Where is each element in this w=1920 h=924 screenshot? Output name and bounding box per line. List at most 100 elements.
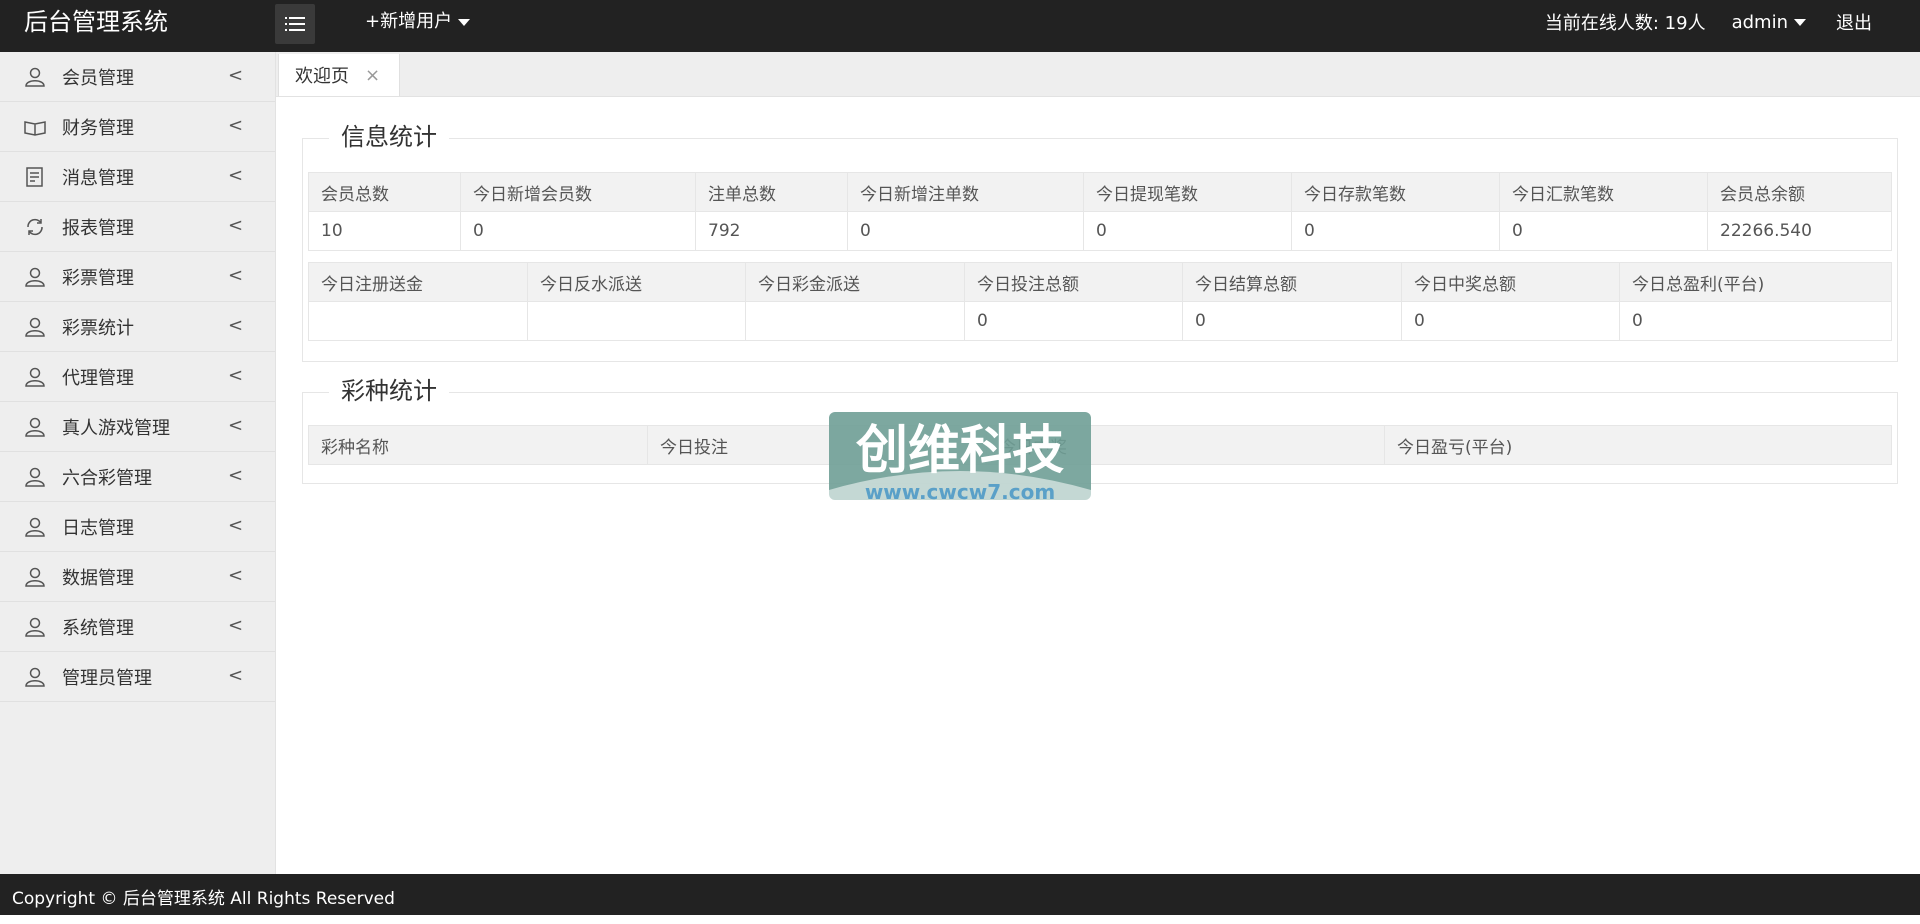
table-cell [527, 301, 746, 341]
table-header-cell: 今日结算总额 [1182, 262, 1402, 302]
table-cell: 0 [1291, 211, 1500, 251]
sidebar-item-live-game[interactable]: 真人游戏管理 < [0, 402, 275, 452]
user-name: admin [1731, 11, 1788, 33]
close-icon[interactable]: × [365, 65, 380, 86]
footer-copyright: Copyright © 后台管理系统 All Rights Reserved [12, 889, 395, 909]
table-row: 0 0 0 0 [308, 301, 1892, 341]
chevron-left-icon: < [228, 265, 244, 286]
sidebar-item-label: 代理管理 [62, 367, 134, 389]
sidebar-item-finance[interactable]: 财务管理 < [0, 102, 275, 152]
user-icon [25, 267, 45, 287]
sidebar-item-lottery[interactable]: 彩票管理 < [0, 252, 275, 302]
chevron-left-icon: < [228, 65, 244, 86]
chevron-left-icon: < [228, 565, 244, 586]
book-icon [24, 121, 46, 136]
sidebar-item-log[interactable]: 日志管理 < [0, 502, 275, 552]
top-bar: 后台管理系统 +新增用户 当前在线人数: 19人 admin 退出 [0, 0, 1920, 52]
table-cell [308, 301, 528, 341]
sidebar-item-label: 彩票统计 [62, 317, 134, 339]
user-icon [25, 317, 45, 337]
sidebar-item-label: 日志管理 [62, 517, 134, 539]
table-header-cell: 今日盈亏(平台) [1384, 425, 1892, 465]
info-stats-panel: 信息统计 会员总数 今日新增会员数 注单总数 今日新增注单数 今日提现笔数 今日… [302, 122, 1898, 362]
document-icon [26, 167, 43, 187]
sidebar-item-report[interactable]: 报表管理 < [0, 202, 275, 252]
table-header-cell: 注单总数 [695, 172, 848, 212]
table-header-row: 会员总数 今日新增会员数 注单总数 今日新增注单数 今日提现笔数 今日存款笔数 … [308, 172, 1892, 212]
menu-toggle-button[interactable] [275, 4, 315, 44]
list-icon [285, 17, 305, 31]
chevron-left-icon: < [228, 315, 244, 336]
table-header-cell: 今日总盈利(平台) [1619, 262, 1892, 302]
sidebar-item-label: 真人游戏管理 [62, 417, 170, 439]
chevron-left-icon: < [228, 615, 244, 636]
sidebar-item-label: 会员管理 [62, 67, 134, 89]
sidebar-item-lottery-stats[interactable]: 彩票统计 < [0, 302, 275, 352]
table-header-cell: 今日反水派送 [527, 262, 746, 302]
lottery-stats-panel: 彩种统计 彩种名称 今日投注 今日中奖 今日盈亏(平台) [302, 376, 1898, 484]
footer: Copyright © 后台管理系统 All Rights Reserved [0, 874, 1920, 915]
user-icon [25, 567, 45, 587]
chevron-left-icon: < [228, 215, 244, 236]
logout-link[interactable]: 退出 [1836, 9, 1872, 35]
sidebar-item-label: 报表管理 [62, 217, 134, 239]
chevron-left-icon: < [228, 365, 244, 386]
chevron-left-icon: < [228, 165, 244, 186]
caret-down-icon [1794, 18, 1806, 26]
sidebar-item-label: 彩票管理 [62, 267, 134, 289]
table-header-row: 今日注册送金 今日反水派送 今日彩金派送 今日投注总额 今日结算总额 今日中奖总… [308, 262, 1892, 302]
table-header-cell: 今日中奖总额 [1401, 262, 1620, 302]
app-title: 后台管理系统 [24, 8, 168, 36]
lottery-stats-table: 彩种名称 今日投注 今日中奖 今日盈亏(平台) [308, 425, 1892, 465]
table-header-cell: 今日注册送金 [308, 262, 528, 302]
table-cell: 0 [1083, 211, 1292, 251]
table-header-cell: 会员总数 [308, 172, 461, 212]
info-stats-table-1: 会员总数 今日新增会员数 注单总数 今日新增注单数 今日提现笔数 今日存款笔数 … [308, 172, 1892, 251]
chevron-left-icon: < [228, 415, 244, 436]
chevron-left-icon: < [228, 515, 244, 536]
table-cell: 0 [460, 211, 696, 251]
table-header-cell: 今日汇款笔数 [1499, 172, 1708, 212]
sidebar-item-system[interactable]: 系统管理 < [0, 602, 275, 652]
add-user-menu[interactable]: +新增用户 [365, 0, 471, 44]
tab-welcome[interactable]: 欢迎页 × [278, 54, 400, 96]
sidebar-item-label: 数据管理 [62, 567, 134, 589]
sidebar: 会员管理 < 财务管理 < 消息管理 < 报表管理 < 彩票管理 < 彩票统计 … [0, 52, 276, 874]
refresh-icon [27, 218, 43, 236]
chevron-left-icon: < [228, 115, 244, 136]
sidebar-item-label: 系统管理 [62, 617, 134, 639]
chevron-left-icon: < [228, 665, 244, 686]
table-header-cell: 今日新增会员数 [460, 172, 696, 212]
user-icon [25, 617, 45, 637]
sidebar-item-label: 六合彩管理 [62, 467, 152, 489]
table-cell: 0 [1401, 301, 1620, 341]
sidebar-item-member[interactable]: 会员管理 < [0, 52, 275, 102]
tab-label: 欢迎页 [295, 66, 349, 87]
table-cell: 792 [695, 211, 848, 251]
table-header-cell: 今日新增注单数 [847, 172, 1084, 212]
info-stats-table-2: 今日注册送金 今日反水派送 今日彩金派送 今日投注总额 今日结算总额 今日中奖总… [308, 262, 1892, 341]
table-cell: 22266.540 [1707, 211, 1892, 251]
tab-bar: 欢迎页 × [276, 52, 1920, 97]
table-cell: 0 [1499, 211, 1708, 251]
user-menu[interactable]: admin [1732, 12, 1806, 33]
table-cell [745, 301, 965, 341]
table-header-cell: 今日彩金派送 [745, 262, 965, 302]
caret-down-icon [458, 18, 471, 26]
table-header-row: 彩种名称 今日投注 今日中奖 今日盈亏(平台) [308, 425, 1892, 465]
table-cell: 0 [847, 211, 1084, 251]
table-cell: 0 [1619, 301, 1892, 341]
sidebar-item-message[interactable]: 消息管理 < [0, 152, 275, 202]
info-stats-title: 信息统计 [329, 122, 449, 152]
user-icon [25, 417, 45, 437]
table-cell: 0 [964, 301, 1183, 341]
sidebar-item-agent[interactable]: 代理管理 < [0, 352, 275, 402]
sidebar-item-admin[interactable]: 管理员管理 < [0, 652, 275, 702]
table-header-cell: 彩种名称 [308, 425, 648, 465]
table-header-cell: 今日存款笔数 [1291, 172, 1500, 212]
user-icon [25, 517, 45, 537]
watermark-logo: 创维科技 www.cwcw7.com [828, 412, 1093, 504]
sidebar-item-mark-six[interactable]: 六合彩管理 < [0, 452, 275, 502]
sidebar-item-data[interactable]: 数据管理 < [0, 552, 275, 602]
chevron-left-icon: < [228, 465, 244, 486]
